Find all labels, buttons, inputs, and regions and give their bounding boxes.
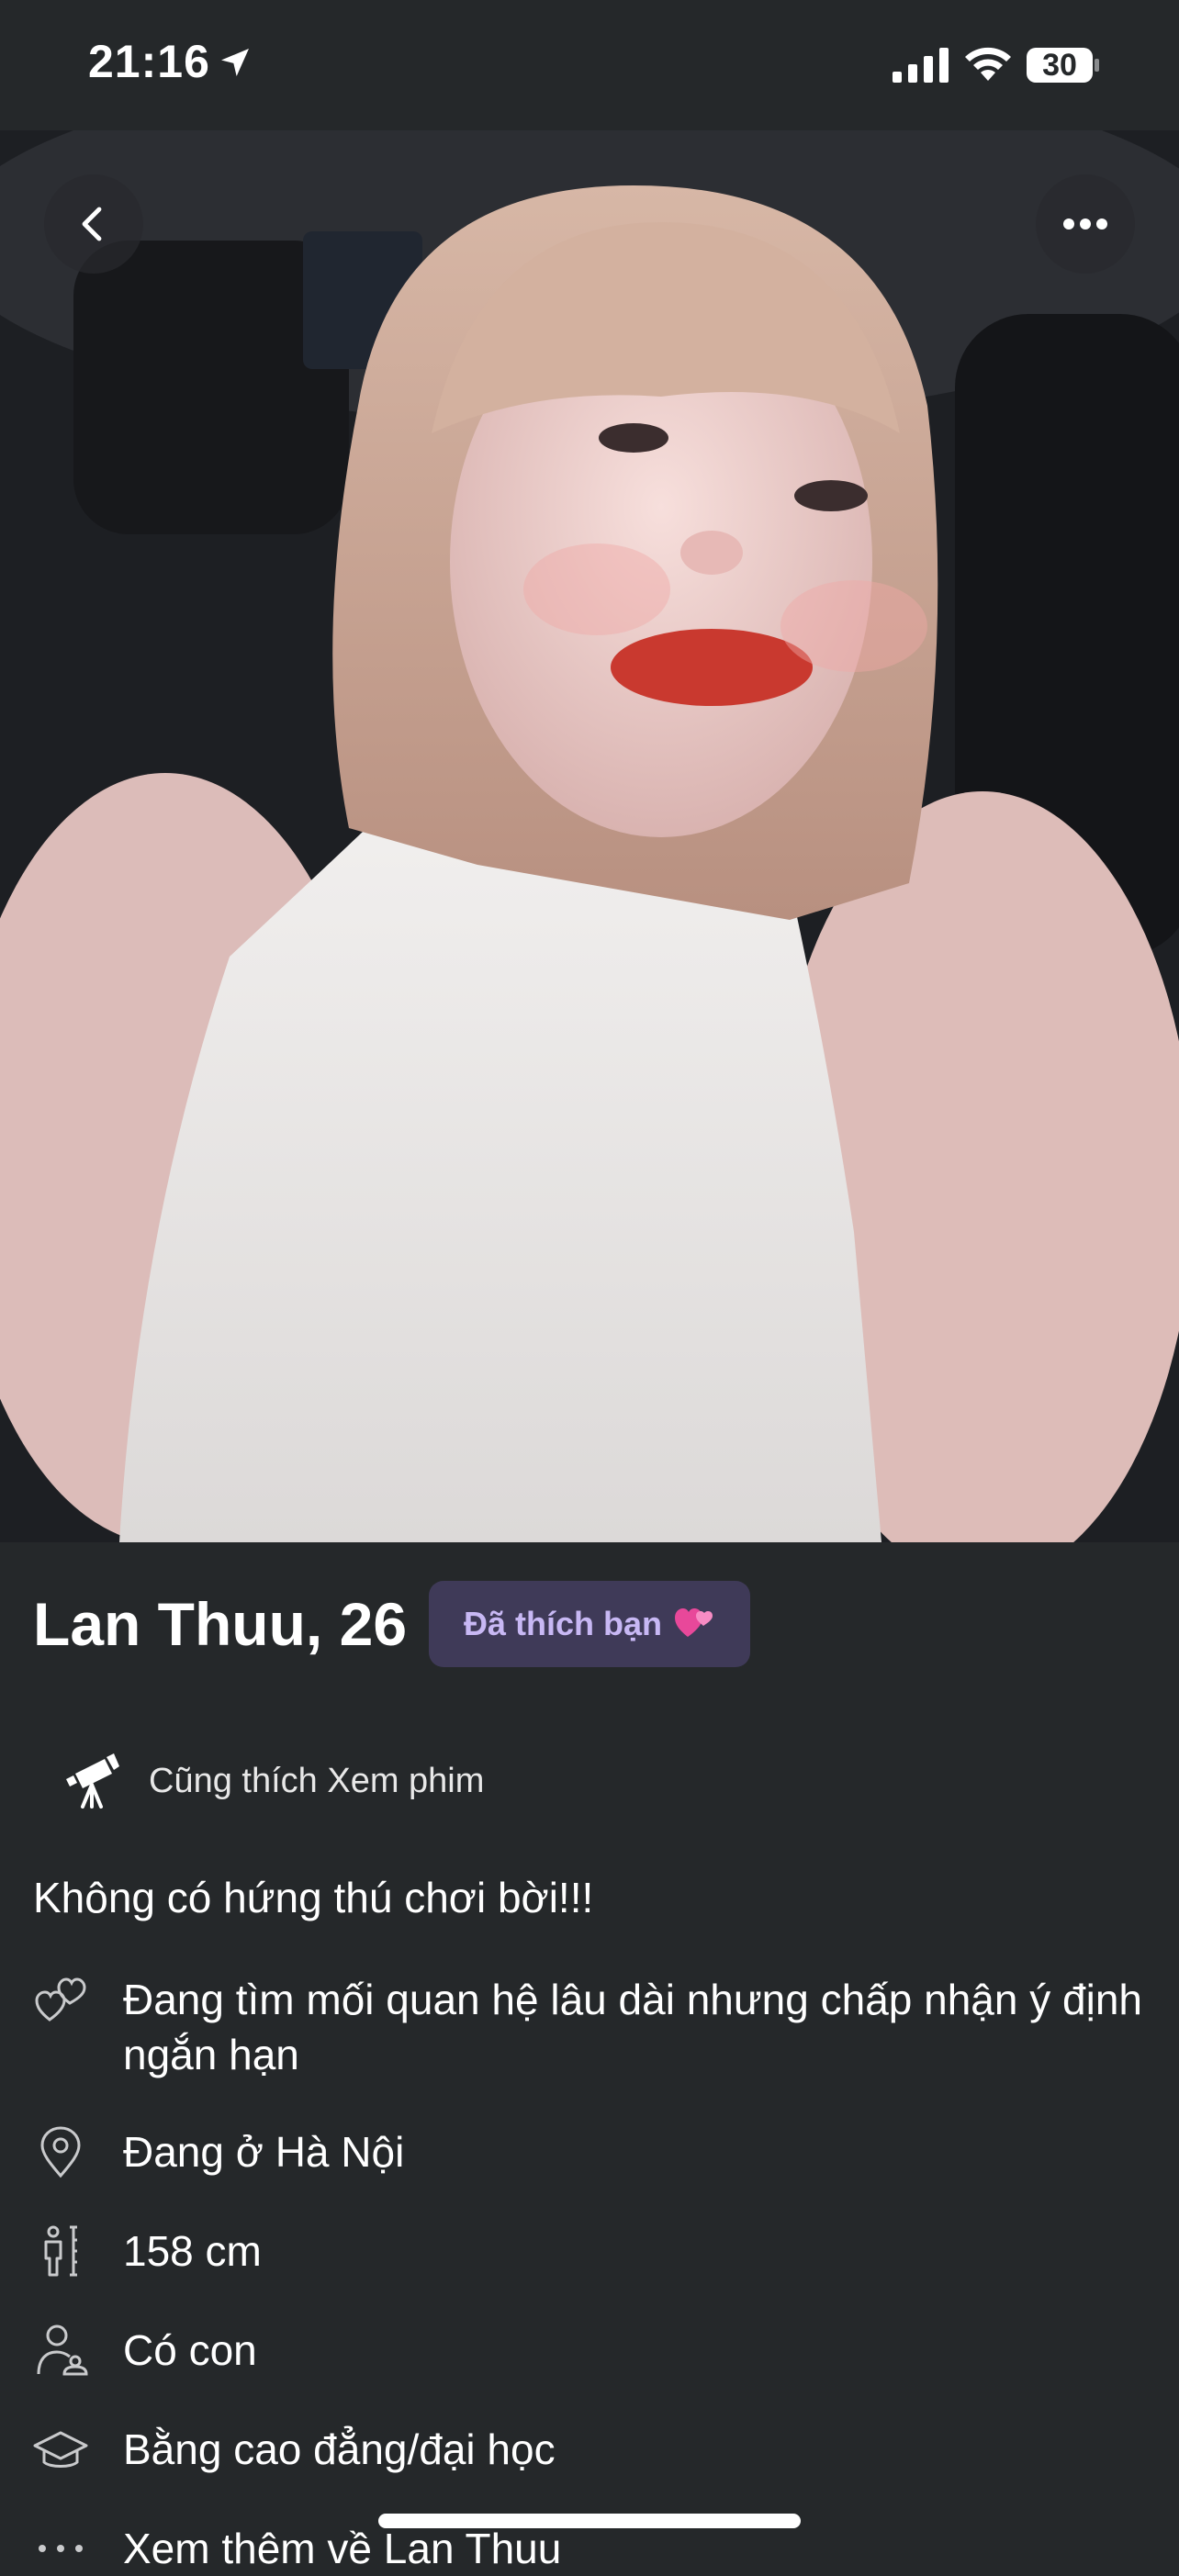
- location-pin-icon: [40, 2126, 81, 2178]
- detail-children: Có con: [33, 2323, 1162, 2378]
- detail-relationship-goal: Đang tìm mối quan hệ lâu dài nhưng chấp …: [33, 1972, 1162, 2082]
- graduation-cap-icon: [33, 2431, 88, 2468]
- more-dots-icon: [1063, 218, 1107, 230]
- height-text: 158 cm: [123, 2227, 262, 2275]
- two-hearts-icon: [675, 1608, 713, 1637]
- shared-interest-text: Cũng thích Xem phim: [149, 1761, 485, 1800]
- height-icon: [44, 2225, 77, 2277]
- education-text: Bằng cao đẳng/đại học: [123, 2425, 556, 2473]
- status-time: 21:16: [88, 36, 210, 87]
- battery-level: 30: [1042, 48, 1077, 83]
- shared-interest: Cũng thích Xem phim: [62, 1746, 484, 1816]
- name-row: Lan Thuu, 26 Đã thích bạn: [33, 1581, 751, 1667]
- chevron-left-icon: [82, 207, 102, 241]
- profile-photo[interactable]: [0, 130, 1179, 1542]
- see-more-link[interactable]: Xem thêm về Lan Thuu: [33, 2521, 1162, 2576]
- profile-name: Lan Thuu, 26: [33, 1590, 408, 1658]
- location-arrow-icon: [221, 49, 249, 76]
- detail-location: Đang ở Hà Nội: [33, 2124, 1162, 2179]
- see-more-text[interactable]: Xem thêm về Lan Thuu: [123, 2521, 561, 2576]
- more-dots-icon: [39, 2545, 83, 2552]
- wifi-icon: [965, 47, 1011, 81]
- liked-you-badge: Đã thích bạn: [429, 1581, 751, 1667]
- liked-you-label: Đã thích bạn: [464, 1605, 663, 1642]
- telescope-icon: [66, 1753, 119, 1809]
- cellular-signal-icon: [893, 48, 949, 83]
- children-text: Có con: [123, 2326, 257, 2374]
- location-text: Đang ở Hà Nội: [123, 2128, 405, 2176]
- person-child-icon: [37, 2324, 88, 2376]
- detail-height: 158 cm: [33, 2223, 1162, 2279]
- profile-photo-image: [0, 130, 1179, 1542]
- detail-education: Bằng cao đẳng/đại học: [33, 2422, 1162, 2477]
- profile-bio: Không có hứng thú chơi bời!!!: [33, 1874, 594, 1921]
- status-bar: 21:16 30: [0, 0, 1179, 130]
- home-indicator[interactable]: [378, 2514, 801, 2528]
- more-options-button[interactable]: [1036, 174, 1135, 274]
- hearts-icon: [35, 1977, 86, 2022]
- relationship-goal-text: Đang tìm mối quan hệ lâu dài nhưng chấp …: [123, 1976, 1142, 2078]
- back-button[interactable]: [44, 174, 143, 274]
